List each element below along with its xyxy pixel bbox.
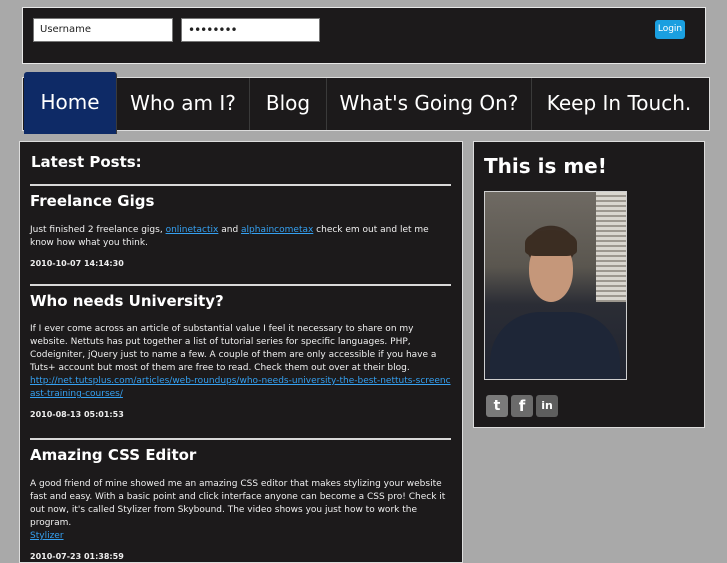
photo-shirt	[490, 312, 620, 379]
facebook-icon[interactable]: f	[511, 395, 533, 417]
post-link[interactable]: alphaincometax	[241, 225, 313, 235]
nav-who-am-i[interactable]: Who am I?	[117, 78, 250, 130]
nav-keep-in-touch[interactable]: Keep In Touch.	[532, 78, 706, 130]
about-panel: This is me! t f in	[473, 141, 705, 428]
photo-hair	[525, 230, 577, 256]
post-item: Amazing CSS Editor A good friend of mine…	[30, 438, 451, 561]
login-bar: Username •••••••• Login	[22, 7, 706, 64]
login-button[interactable]: Login	[655, 20, 685, 39]
profile-photo	[484, 191, 627, 380]
post-link[interactable]: http://net.tutsplus.com/articles/web-rou…	[30, 376, 451, 399]
post-link[interactable]: Stylizer	[30, 531, 64, 541]
photo-blinds	[596, 192, 626, 302]
nav-whats-going-on[interactable]: What's Going On?	[327, 78, 532, 130]
latest-posts-panel: Latest Posts: Freelance Gigs Just finish…	[19, 141, 463, 563]
post-title[interactable]: Amazing CSS Editor	[30, 446, 451, 468]
linkedin-icon[interactable]: in	[536, 395, 558, 417]
post-text: Just finished 2 freelance gigs,	[30, 225, 166, 235]
post-item: Freelance Gigs Just finished 2 freelance…	[30, 184, 451, 268]
post-date: 2010-10-07 14:14:30	[30, 259, 124, 268]
post-body: A good friend of mine showed me an amazi…	[30, 478, 451, 543]
post-text: and	[218, 225, 242, 235]
post-date: 2010-07-23 01:38:59	[30, 552, 124, 561]
post-text: A good friend of mine showed me an amazi…	[30, 479, 446, 528]
post-text: If I ever come across an article of subs…	[30, 324, 437, 373]
post-title[interactable]: Freelance Gigs	[30, 192, 451, 214]
post-body: If I ever come across an article of subs…	[30, 323, 451, 401]
post-link[interactable]: onlinetactix	[166, 225, 219, 235]
nav-home[interactable]: Home	[24, 72, 117, 134]
about-heading: This is me!	[484, 154, 607, 178]
post-item: Who needs University? If I ever come acr…	[30, 284, 451, 419]
post-body: Just finished 2 freelance gigs, onlineta…	[30, 224, 451, 250]
main-nav: Home Who am I? Blog What's Going On? Kee…	[22, 72, 710, 134]
nav-blog[interactable]: Blog	[250, 78, 327, 130]
twitter-icon[interactable]: t	[486, 395, 508, 417]
post-date: 2010-08-13 05:01:53	[30, 410, 124, 419]
latest-posts-heading: Latest Posts:	[31, 153, 142, 171]
post-title[interactable]: Who needs University?	[30, 292, 451, 314]
username-input[interactable]: Username	[33, 18, 173, 42]
password-input[interactable]: ••••••••	[181, 18, 320, 42]
